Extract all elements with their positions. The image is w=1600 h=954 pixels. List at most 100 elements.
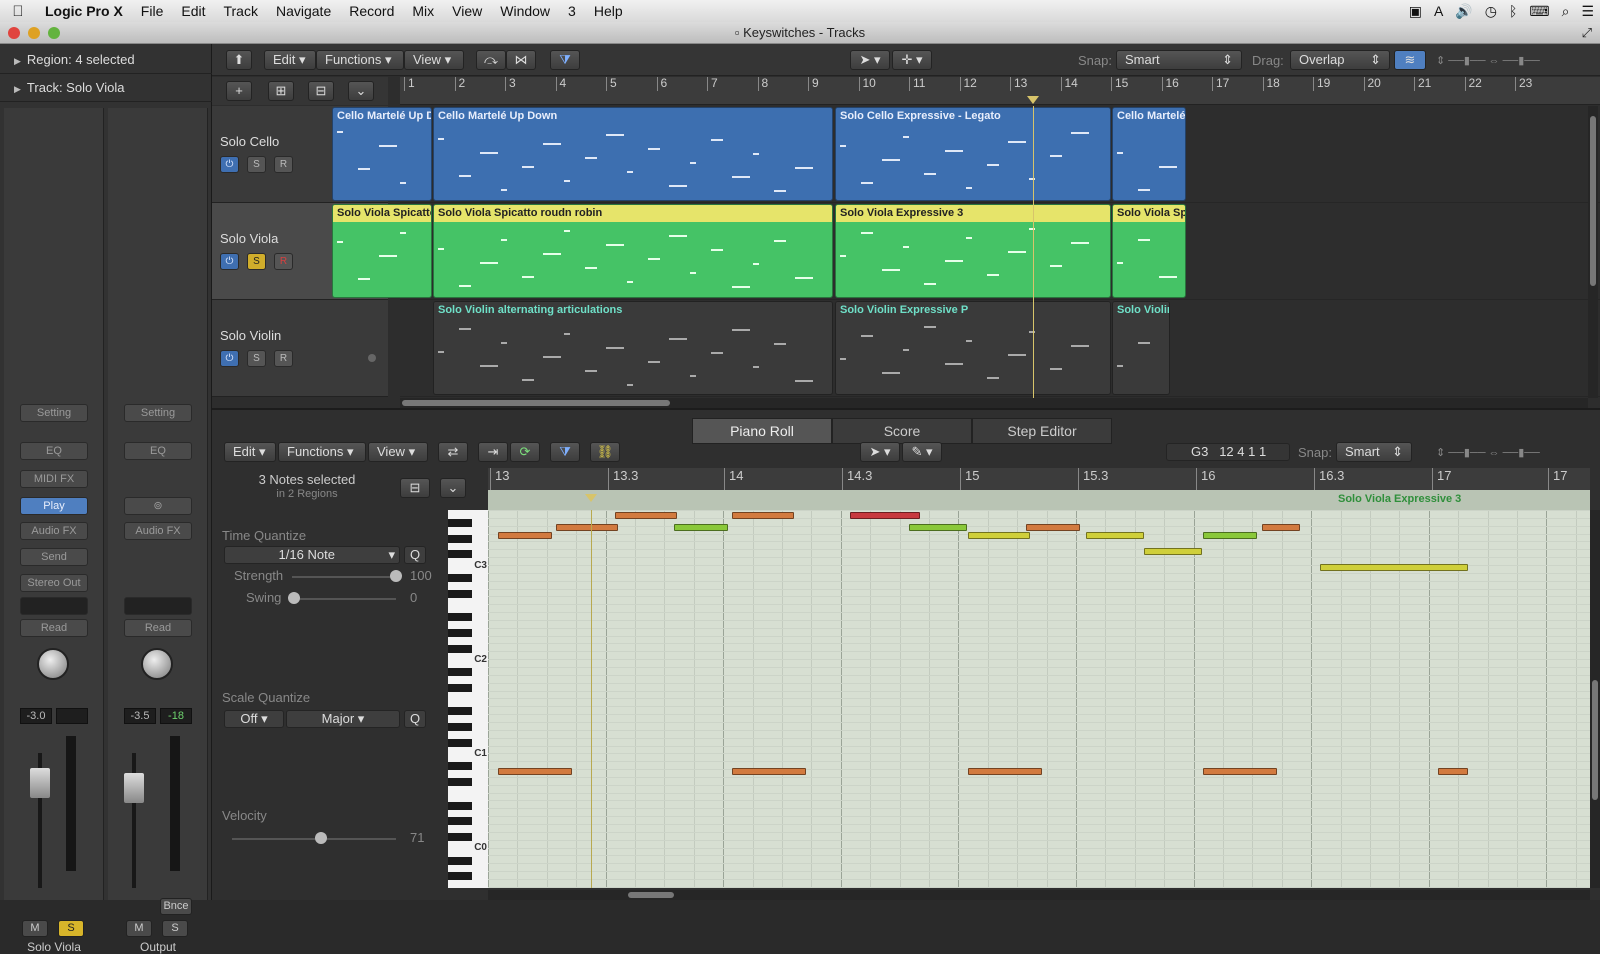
region[interactable]: Solo Viola Expressive 3 bbox=[835, 204, 1111, 298]
scroll-thumb[interactable] bbox=[1592, 680, 1598, 800]
new-folder-icon[interactable]: ⊞ bbox=[268, 81, 294, 101]
black-key[interactable] bbox=[448, 683, 472, 692]
setting-button[interactable]: Setting bbox=[20, 404, 88, 422]
midi-note[interactable] bbox=[968, 768, 1042, 775]
region-inspector-header[interactable]: ▶ Region: 4 selected bbox=[0, 46, 212, 74]
menu-file[interactable]: File bbox=[132, 0, 173, 22]
send-slot[interactable]: Send bbox=[20, 548, 88, 566]
midi-note[interactable] bbox=[1026, 524, 1080, 531]
menu-help[interactable]: Help bbox=[585, 0, 632, 22]
editor-functions-menu[interactable]: Functions ▾ bbox=[278, 442, 366, 462]
black-key[interactable] bbox=[448, 550, 472, 559]
track-name[interactable]: Solo Violin bbox=[220, 328, 281, 343]
menu-3[interactable]: 3 bbox=[559, 0, 585, 22]
black-key[interactable] bbox=[448, 856, 472, 865]
volume-value[interactable]: -3.0 bbox=[20, 708, 52, 724]
solo-button[interactable]: S bbox=[162, 920, 188, 937]
midi-note[interactable] bbox=[1086, 532, 1144, 539]
waveform-zoom-icon[interactable]: ≋ bbox=[1394, 50, 1426, 70]
volume-fader[interactable] bbox=[124, 773, 144, 803]
scroll-thumb[interactable] bbox=[628, 892, 674, 898]
playhead-marker-icon[interactable] bbox=[1027, 96, 1039, 104]
editor-edit-menu[interactable]: Edit ▾ bbox=[224, 442, 276, 462]
track-header[interactable]: Solo Violin ⏻ S R bbox=[212, 300, 388, 397]
region[interactable]: Solo Violin Expressive P bbox=[835, 301, 1111, 395]
go-up-icon[interactable]: ⬆ bbox=[226, 50, 252, 70]
editor-horizontal-scrollbar[interactable] bbox=[488, 890, 1590, 900]
midi-note[interactable] bbox=[909, 524, 967, 531]
tracks-horizontal-scrollbar[interactable] bbox=[400, 398, 1588, 408]
scroll-thumb[interactable] bbox=[402, 400, 670, 406]
black-key[interactable] bbox=[448, 644, 472, 653]
menu-navigate[interactable]: Navigate bbox=[267, 0, 340, 22]
black-key[interactable] bbox=[448, 613, 472, 622]
region[interactable]: Cello Martelé bbox=[1112, 107, 1186, 201]
region[interactable]: Cello Martelé Up D bbox=[332, 107, 432, 201]
collapse-icon[interactable]: ⌄ bbox=[348, 81, 374, 101]
midi-note[interactable] bbox=[968, 532, 1030, 539]
track-options-icon[interactable]: ⊟ bbox=[308, 81, 334, 101]
zoom-icon[interactable] bbox=[48, 27, 60, 39]
swing-slider-thumb[interactable] bbox=[288, 592, 300, 604]
bluetooth-icon[interactable]: ᛒ bbox=[1509, 3, 1517, 19]
setting-button[interactable]: Setting bbox=[124, 404, 192, 422]
tracks-edit-menu[interactable]: Edit ▾ bbox=[264, 50, 316, 70]
midi-note[interactable] bbox=[498, 768, 572, 775]
black-key[interactable] bbox=[448, 872, 472, 881]
timeline-ruler[interactable]: 1 2 3 4 5 6 7 8 9 10 11 12 13 14 15 16 17 18 19 20 21 22 23 bbox=[400, 77, 1600, 105]
track-name[interactable]: Solo Viola bbox=[220, 231, 278, 246]
volume-fader[interactable] bbox=[30, 768, 50, 798]
region[interactable]: Solo Viola Spicatto bbox=[332, 204, 432, 298]
editor-collapse-icon[interactable]: ⌄ bbox=[440, 478, 466, 498]
black-key[interactable] bbox=[448, 668, 472, 677]
tab-step-editor[interactable]: Step Editor bbox=[972, 418, 1112, 444]
midi-note[interactable] bbox=[1203, 768, 1277, 775]
region[interactable]: Solo Violin alternating articulations bbox=[433, 301, 833, 395]
track-on-off-button[interactable]: ⏻ bbox=[220, 156, 239, 173]
midi-note[interactable] bbox=[1144, 548, 1202, 555]
font-icon[interactable]: A bbox=[1434, 3, 1443, 19]
midi-note[interactable] bbox=[850, 512, 920, 519]
filter-icon[interactable]: ⧩ bbox=[550, 50, 580, 70]
midi-note[interactable] bbox=[1320, 564, 1468, 571]
time-quantize-dropdown[interactable]: 1/16 Note ▾ bbox=[224, 546, 400, 564]
track-name[interactable]: Solo Cello bbox=[220, 134, 279, 149]
velocity-slider-thumb[interactable] bbox=[315, 832, 327, 844]
group-slot[interactable] bbox=[20, 597, 88, 615]
audio-fx-slot[interactable]: Audio FX bbox=[20, 522, 88, 540]
keyboard-icon[interactable]: ⌨ bbox=[1529, 3, 1549, 20]
midi-note[interactable] bbox=[1203, 532, 1257, 539]
black-key[interactable] bbox=[448, 707, 472, 716]
fullscreen-icon[interactable]: ⤢ bbox=[1582, 22, 1592, 44]
midi-note[interactable] bbox=[498, 532, 552, 539]
solo-button[interactable]: S bbox=[58, 920, 84, 937]
notification-list-icon[interactable]: ☰ bbox=[1581, 3, 1594, 20]
pan-knob[interactable] bbox=[37, 648, 69, 680]
black-key[interactable] bbox=[448, 778, 472, 787]
midi-note[interactable] bbox=[556, 524, 618, 531]
menu-mix[interactable]: Mix bbox=[403, 0, 443, 22]
track-solo-button[interactable]: S bbox=[247, 156, 266, 173]
minimize-icon[interactable] bbox=[28, 27, 40, 39]
editor-vertical-scrollbar[interactable] bbox=[1590, 510, 1600, 888]
midi-out-icon[interactable]: ⇥ bbox=[478, 442, 508, 462]
black-key[interactable] bbox=[448, 833, 472, 842]
editor-ruler[interactable]: 13 13.3 14 14.3 15 15.3 16 16.3 17 17 bbox=[488, 468, 1590, 490]
scale-type-dropdown[interactable]: Major ▾ bbox=[286, 710, 400, 728]
tracks-functions-menu[interactable]: Functions ▾ bbox=[316, 50, 404, 70]
scroll-thumb[interactable] bbox=[1590, 116, 1596, 286]
audio-fx-slot[interactable]: Audio FX bbox=[124, 522, 192, 540]
track-lane[interactable]: Cello Martelé Up D Cello Martelé Up Down S… bbox=[332, 106, 1600, 203]
zoom-sliders[interactable]: ⇕ ──▮── ⇔ ──▮── bbox=[1436, 54, 1586, 67]
menu-view[interactable]: View bbox=[443, 0, 491, 22]
region[interactable]: Cello Martelé Up Down bbox=[433, 107, 833, 201]
editor-view-menu[interactable]: View ▾ bbox=[368, 442, 428, 462]
add-track-icon[interactable]: + bbox=[226, 81, 252, 101]
automation-mode[interactable]: Read bbox=[20, 619, 88, 637]
track-record-button[interactable]: R bbox=[274, 350, 293, 367]
time-machine-icon[interactable]: ◷ bbox=[1485, 3, 1497, 20]
menu-app-name[interactable]: Logic Pro X bbox=[36, 0, 132, 22]
tab-score[interactable]: Score bbox=[832, 418, 972, 444]
black-key[interactable] bbox=[448, 762, 472, 771]
region[interactable]: Solo Violin bbox=[1112, 301, 1170, 395]
